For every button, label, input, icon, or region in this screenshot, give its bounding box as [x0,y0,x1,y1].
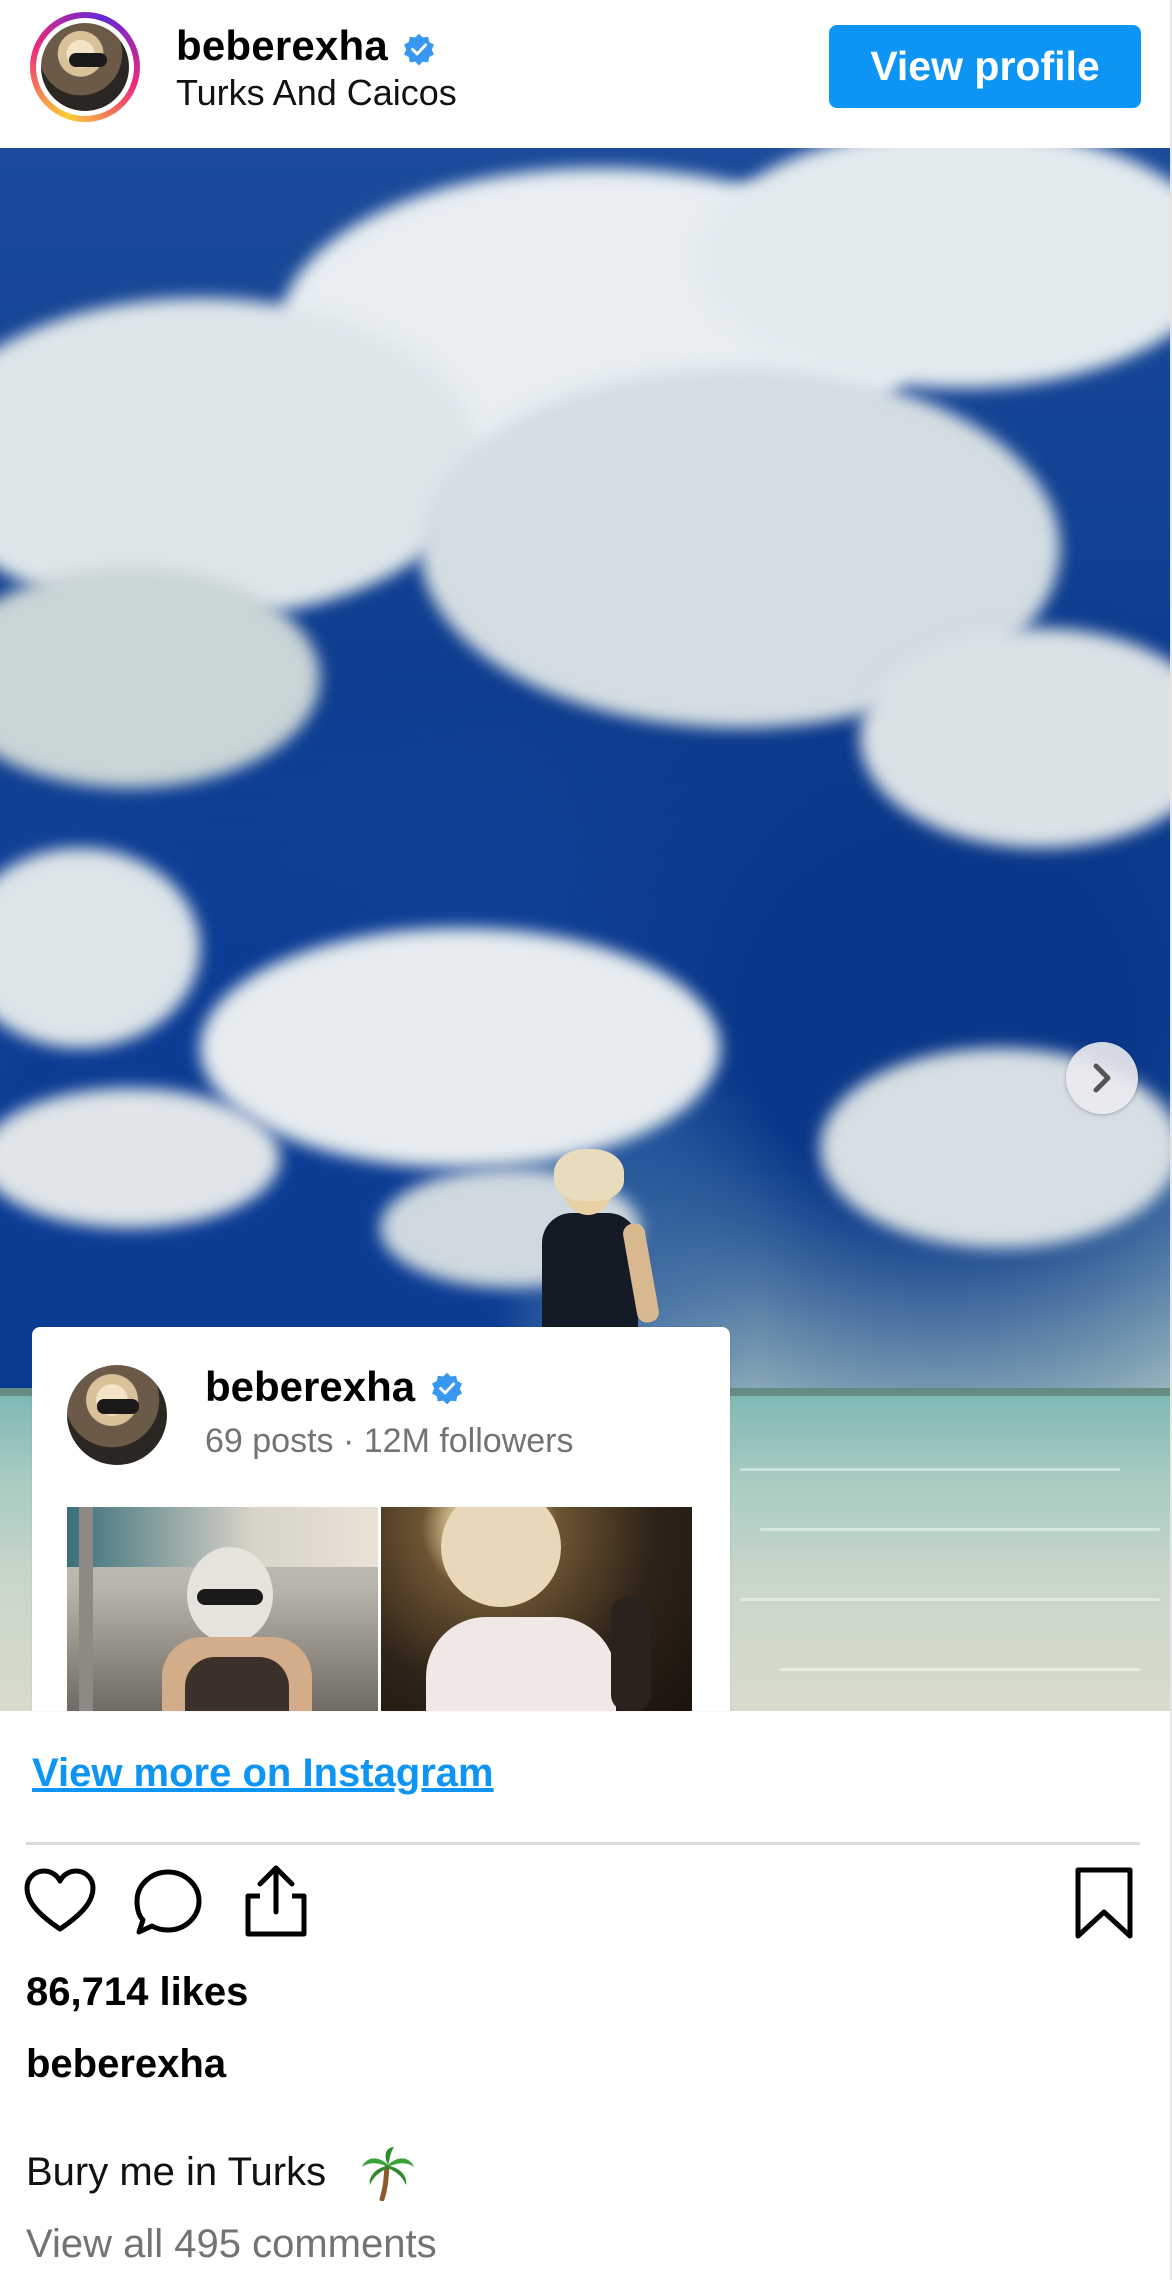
card-stats: 69 posts · 12M followers [205,1422,574,1460]
card-username[interactable]: beberexha [205,1363,415,1411]
bookmark-icon[interactable] [1072,1866,1136,1940]
view-more-on-instagram-link[interactable]: View more on Instagram [32,1751,494,1796]
thumbnail-post-2[interactable] [381,1507,692,1711]
comment-icon[interactable] [132,1868,204,1938]
thumbnail-post-1[interactable] [67,1507,378,1711]
avatar-image [41,23,129,111]
heart-icon[interactable] [24,1868,96,1934]
post-location[interactable]: Turks And Caicos [176,72,457,114]
next-photo-button[interactable] [1066,1042,1138,1114]
palm-tree-icon [362,2147,414,2201]
profile-avatar[interactable] [30,12,140,122]
view-all-comments-link[interactable]: View all 495 comments [26,2222,437,2267]
view-profile-button[interactable]: View profile [829,25,1141,108]
card-avatar[interactable] [67,1365,167,1465]
post-header: beberexha Turks And Caicos View profile [0,0,1170,148]
share-icon[interactable] [240,1864,312,1940]
verified-badge-icon [432,1372,462,1405]
verified-badge-icon [404,33,434,66]
chevron-right-icon [1093,1063,1111,1093]
divider [26,1842,1140,1845]
header-username[interactable]: beberexha [176,22,388,70]
caption-text: Bury me in Turks [26,2150,327,2194]
caption-username[interactable]: beberexha [26,2042,226,2087]
profile-card[interactable]: beberexha 69 posts · 12M followers [32,1327,730,1711]
likes-count[interactable]: 86,714 likes [26,1970,248,2015]
